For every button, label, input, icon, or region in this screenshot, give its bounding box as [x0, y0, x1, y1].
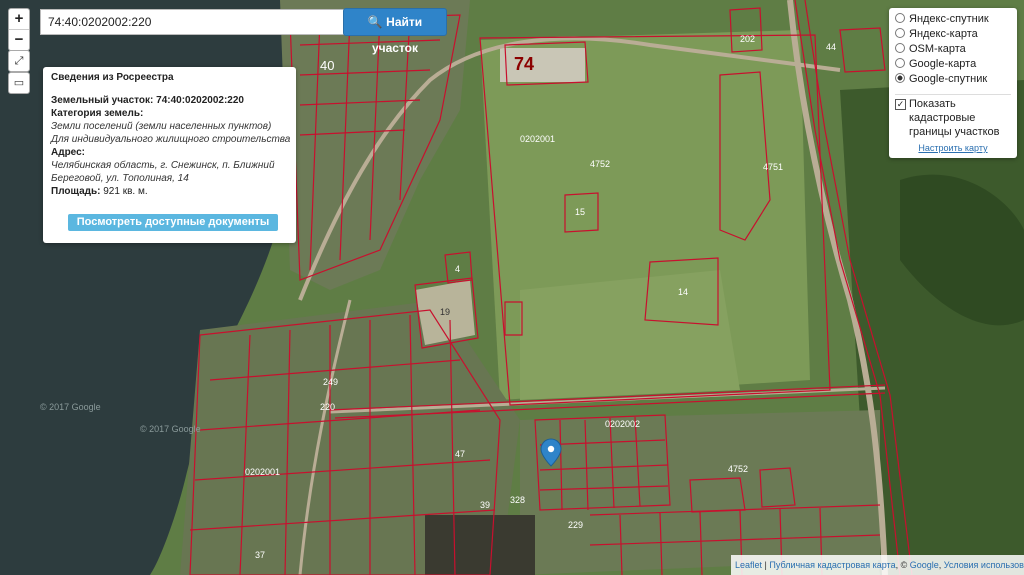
layer-option-label: Яндекс-спутник: [909, 13, 989, 25]
zoom-out-button[interactable]: −: [9, 30, 29, 50]
layer-option-yandex-satellite[interactable]: Яндекс-спутник: [895, 12, 989, 26]
info-panel-title: Сведения из Росреестра: [51, 72, 174, 83]
settlement-east: [520, 410, 880, 575]
label-parcel-4752-b: 4752: [728, 464, 748, 474]
label-parcel-249: 249: [323, 377, 338, 387]
label-parcel-328: 328: [510, 495, 525, 505]
google-link[interactable]: Google: [910, 560, 939, 570]
rosreestr-info-panel: Сведения из Росреестра Земельный участок…: [43, 67, 296, 243]
layer-divider: [895, 94, 1011, 95]
layer-option-label: Яндекс-карта: [909, 28, 978, 40]
configure-map-link[interactable]: Настроить карту: [889, 143, 1017, 153]
layer-option-google-map[interactable]: Google-карта: [895, 57, 976, 71]
parcel-number-label: Земельный участок:: [51, 95, 154, 106]
label-parcel-220: 220: [320, 402, 335, 412]
pkk-link[interactable]: Публичная кадастровая карта: [769, 560, 895, 570]
radio-selected-icon: [895, 73, 905, 83]
label-parcel-229: 229: [568, 520, 583, 530]
parcel-number-value: 74:40:0202002:220: [156, 95, 244, 106]
label-parcel-4: 4: [455, 264, 460, 274]
label-parcel-40: 40: [320, 58, 334, 73]
layer-option-label: Google-спутник: [909, 73, 988, 85]
info-panel-body: Земельный участок: 74:40:0202002:220 Кат…: [51, 94, 291, 198]
layer-option-osm[interactable]: OSM-карта: [895, 42, 966, 56]
building-74: [500, 48, 585, 82]
label-block-0202001-top: 0202001: [520, 134, 555, 144]
measure-tool-button[interactable]: ⤢: [8, 50, 30, 72]
land-category-value-1: Земли поселений (земли населенных пункто…: [51, 121, 272, 132]
map-attribution: Leaflet | Публичная кадастровая карта, ©…: [731, 555, 1024, 575]
land-category-label: Категория земель:: [51, 108, 144, 119]
leaflet-link[interactable]: Leaflet: [735, 560, 762, 570]
label-parcel-39: 39: [480, 500, 490, 510]
address-label: Адрес:: [51, 147, 85, 158]
terms-link[interactable]: Условия использования: [944, 560, 1024, 570]
watermark-google-2: © 2017 Google: [140, 424, 201, 434]
search-icon: 🔍: [367, 15, 383, 29]
label-parcel-47: 47: [455, 449, 465, 459]
area-label: Площадь:: [51, 186, 101, 197]
radio-icon: [895, 13, 905, 23]
layer-option-label: Google-карта: [909, 58, 977, 70]
layer-option-label: OSM-карта: [909, 43, 966, 55]
zoom-in-button[interactable]: +: [9, 9, 29, 30]
area-value: 921 кв. м.: [103, 186, 148, 197]
radio-icon: [895, 58, 905, 68]
label-parcel-19: 19: [440, 307, 450, 317]
layer-option-yandex-map[interactable]: Яндекс-карта: [895, 27, 978, 41]
address-value-2: Береговой, ул. Тополиная, 14: [51, 173, 189, 184]
label-parcel-37: 37: [255, 550, 265, 560]
cadastral-search-input[interactable]: 74:40:0202002:220: [40, 9, 348, 35]
attribution-separator: , ©: [895, 560, 910, 570]
field-lower: [520, 270, 740, 400]
label-parcel-4752: 4752: [590, 159, 610, 169]
label-parcel-4751: 4751: [763, 162, 783, 172]
watermark-google-1: © 2017 Google: [40, 402, 101, 412]
view-documents-button[interactable]: Посмотреть доступные документы: [68, 214, 278, 231]
label-parcel-15: 15: [575, 207, 585, 217]
label-parcel-14: 14: [678, 287, 688, 297]
address-value-1: Челябинская область, г. Снежинск, п. Бли…: [51, 160, 275, 171]
layer-switcher-panel: Яндекс-спутник Яндекс-карта OSM-карта Go…: [889, 8, 1017, 158]
label-region-74: 74: [514, 54, 534, 74]
find-parcel-button[interactable]: 🔍 Найти участок: [343, 8, 447, 55]
layer-option-google-satellite[interactable]: Google-спутник: [895, 72, 987, 86]
dark-plot: [425, 515, 535, 575]
cadastral-checkbox-label: Показать кадастровые границы участков: [909, 98, 1000, 138]
cadastral-checkbox[interactable]: ✓: [895, 99, 906, 110]
zoom-control: + −: [8, 8, 30, 51]
radio-icon: [895, 28, 905, 38]
label-parcel-44: 44: [826, 42, 836, 52]
small-tool-button[interactable]: ▭: [8, 72, 30, 94]
label-block-0202001-left: 0202001: [245, 467, 280, 477]
label-block-0202002: 0202002: [605, 419, 640, 429]
land-category-value-2: Для индивидуального жилищного строительс…: [51, 134, 291, 145]
radio-icon: [895, 43, 905, 53]
label-parcel-202: 202: [740, 34, 755, 44]
